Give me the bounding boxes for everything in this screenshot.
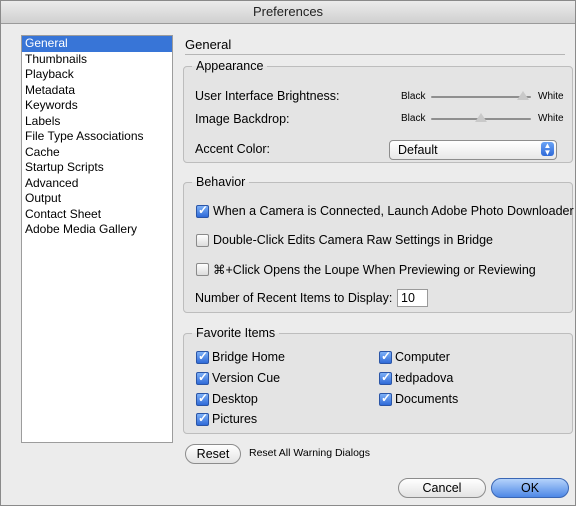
ui-brightness-label: User Interface Brightness: xyxy=(195,89,340,103)
sidebar-item-file-type-associations[interactable]: File Type Associations xyxy=(22,129,172,145)
computer-label: Computer xyxy=(395,350,450,364)
documents-label: Documents xyxy=(395,392,459,406)
tedpadova-label: tedpadova xyxy=(395,371,454,385)
double-click-label: Double-Click Edits Camera Raw Settings i… xyxy=(213,233,493,247)
recent-items-label: Number of Recent Items to Display: xyxy=(195,291,393,305)
cancel-button[interactable]: Cancel xyxy=(398,478,486,498)
sidebar-item-advanced[interactable]: Advanced xyxy=(22,176,172,192)
sidebar-item-labels[interactable]: Labels xyxy=(22,114,172,130)
bridge-home-checkbox[interactable] xyxy=(196,349,209,364)
slider-track xyxy=(431,96,531,98)
sidebar-item-keywords[interactable]: Keywords xyxy=(22,98,172,114)
ok-button[interactable]: OK xyxy=(491,478,569,498)
double-click-checkbox[interactable] xyxy=(196,234,209,247)
sidebar-item-contact-sheet[interactable]: Contact Sheet xyxy=(22,207,172,223)
desktop-label: Desktop xyxy=(212,392,258,406)
panel-title: General xyxy=(185,37,232,52)
slider-knob[interactable] xyxy=(517,91,529,100)
sidebar-list: General Thumbnails Playback Metadata Key… xyxy=(21,35,173,443)
accent-color-label: Accent Color: xyxy=(195,142,271,156)
documents-checkbox[interactable] xyxy=(379,391,392,406)
ui-brightness-slider[interactable] xyxy=(431,91,531,102)
image-backdrop-black-label: Black xyxy=(401,113,426,124)
cmd-click-label: ⌘+Click Opens the Loupe When Previewing … xyxy=(213,263,536,277)
ui-brightness-black-label: Black xyxy=(401,91,426,102)
cmd-click-checkbox[interactable] xyxy=(196,263,209,276)
sidebar-item-output[interactable]: Output xyxy=(22,191,172,207)
slider-knob[interactable] xyxy=(475,113,487,122)
sidebar-item-startup-scripts[interactable]: Startup Scripts xyxy=(22,160,172,176)
sidebar-item-cache[interactable]: Cache xyxy=(22,145,172,161)
ui-brightness-white-label: White xyxy=(538,91,564,102)
select-stepper-icon: ▲ ▼ xyxy=(541,142,554,157)
desktop-checkbox[interactable] xyxy=(196,391,209,406)
behavior-legend: Behavior xyxy=(196,175,246,189)
reset-button[interactable]: Reset xyxy=(185,444,241,464)
sidebar-item-metadata[interactable]: Metadata xyxy=(22,83,172,99)
sidebar-item-adobe-media-gallery[interactable]: Adobe Media Gallery xyxy=(22,222,172,238)
tedpadova-checkbox[interactable] xyxy=(379,370,392,385)
launch-downloader-label: When a Camera is Connected, Launch Adobe… xyxy=(213,204,574,218)
pictures-label: Pictures xyxy=(212,412,258,426)
computer-checkbox[interactable] xyxy=(379,349,392,364)
appearance-legend: Appearance xyxy=(196,59,264,73)
recent-items-input[interactable]: 10 xyxy=(397,289,428,307)
pictures-checkbox[interactable] xyxy=(196,411,209,426)
launch-downloader-checkbox[interactable] xyxy=(196,203,209,218)
window-title: Preferences xyxy=(1,1,575,24)
reset-warning-label: Reset All Warning Dialogs xyxy=(249,447,370,459)
sidebar-item-thumbnails[interactable]: Thumbnails xyxy=(22,52,172,68)
favorites-legend: Favorite Items xyxy=(196,326,276,340)
image-backdrop-slider[interactable] xyxy=(431,113,531,124)
version-cue-label: Version Cue xyxy=(212,371,281,385)
accent-color-value: Default xyxy=(398,143,438,157)
accent-color-select[interactable]: Default ▲ ▼ xyxy=(389,140,557,160)
preferences-window: Preferences General Thumbnails Playback … xyxy=(0,0,576,506)
bridge-home-label: Bridge Home xyxy=(212,350,285,364)
sidebar-item-playback[interactable]: Playback xyxy=(22,67,172,83)
panel-divider xyxy=(185,54,565,55)
version-cue-checkbox[interactable] xyxy=(196,370,209,385)
sidebar-item-general[interactable]: General xyxy=(22,36,172,52)
image-backdrop-label: Image Backdrop: xyxy=(195,112,290,126)
image-backdrop-white-label: White xyxy=(538,113,564,124)
